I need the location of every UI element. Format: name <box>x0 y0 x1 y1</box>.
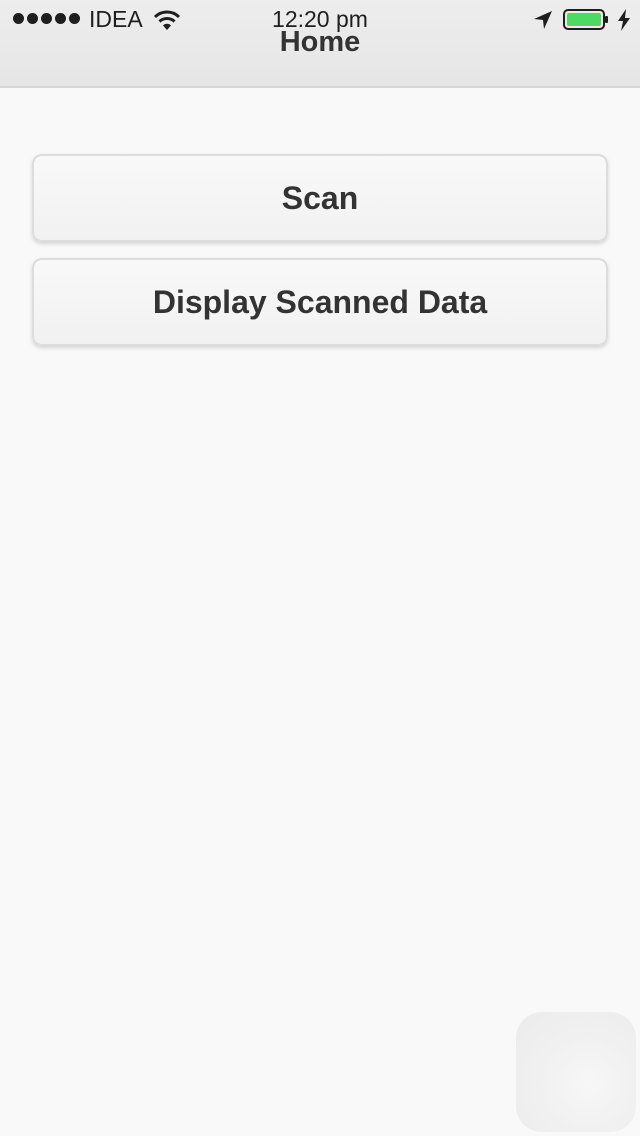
display-scanned-data-button[interactable]: Display Scanned Data <box>32 258 608 346</box>
navigation-header: IDEA 12:20 pm Home <box>0 0 640 88</box>
scan-button[interactable]: Scan <box>32 154 608 242</box>
assistive-touch-icon[interactable] <box>516 1012 636 1132</box>
page-title: Home <box>279 26 361 58</box>
